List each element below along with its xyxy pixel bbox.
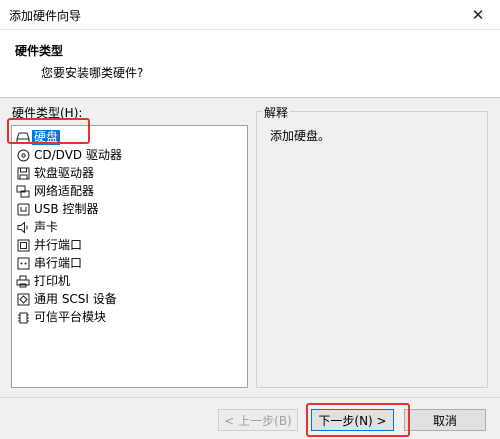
- close-icon[interactable]: ✕: [456, 0, 500, 30]
- list-item-parallel-port[interactable]: 并行端口: [16, 237, 84, 254]
- list-item-usb[interactable]: USB 控制器: [16, 201, 100, 218]
- red-highlight-box: [306, 403, 410, 437]
- list-item-sound-card[interactable]: 声卡: [16, 219, 60, 236]
- printer-icon: [16, 275, 30, 289]
- network-adapter-icon: [16, 185, 30, 199]
- wizard-header: 硬件类型 您要安装哪类硬件?: [0, 30, 500, 98]
- list-item-tpm[interactable]: 可信平台模块: [16, 309, 108, 326]
- list-item-printer[interactable]: 打印机: [16, 273, 72, 290]
- red-highlight-box: [7, 118, 90, 144]
- list-item-serial-port[interactable]: 串行端口: [16, 255, 84, 272]
- floppy-icon: [16, 167, 30, 181]
- footer-divider: [0, 397, 500, 398]
- page-title: 硬件类型: [15, 44, 64, 58]
- list-item-scsi[interactable]: 通用 SCSI 设备: [16, 291, 119, 308]
- serial-port-icon: [16, 257, 30, 271]
- explanation-title: 解释: [262, 104, 291, 121]
- explanation-group: [256, 111, 488, 388]
- page-subtitle: 您要安装哪类硬件?: [41, 66, 144, 80]
- back-button[interactable]: < 上一步(B): [218, 409, 298, 431]
- hardware-type-list[interactable]: 硬盘 CD/DVD 驱动器 软盘驱动器 网络适配器 USB 控制器 声卡 并行端…: [11, 125, 248, 388]
- speaker-icon: [16, 221, 30, 235]
- tpm-icon: [16, 311, 30, 325]
- explanation-text: 添加硬盘。: [270, 129, 331, 143]
- parallel-port-icon: [16, 239, 30, 253]
- list-item-cd-dvd[interactable]: CD/DVD 驱动器: [16, 147, 124, 164]
- usb-icon: [16, 203, 30, 217]
- cancel-button[interactable]: 取消: [404, 409, 486, 431]
- cd-dvd-icon: [16, 149, 30, 163]
- window-title: 添加硬件向导: [9, 9, 82, 23]
- list-item-network-adapter[interactable]: 网络适配器: [16, 183, 96, 200]
- title-bar: 添加硬件向导 ✕: [0, 0, 500, 30]
- list-item-floppy[interactable]: 软盘驱动器: [16, 165, 96, 182]
- scsi-icon: [16, 293, 30, 307]
